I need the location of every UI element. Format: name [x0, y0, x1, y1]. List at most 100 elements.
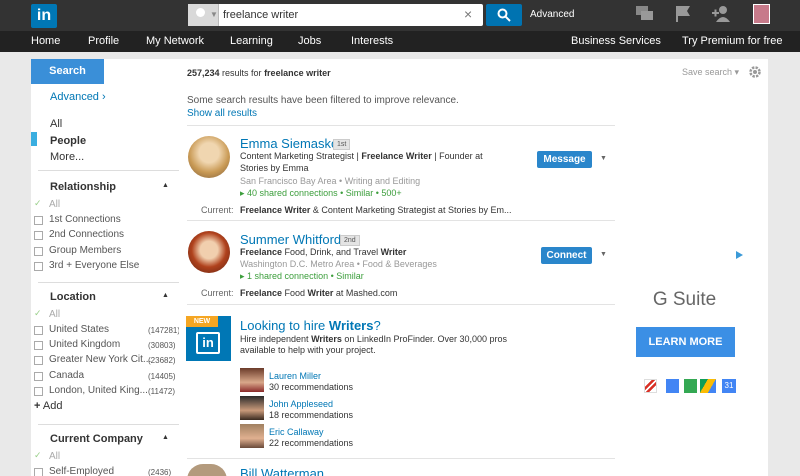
messages-icon[interactable] [636, 6, 654, 22]
headline-part: Writer [380, 247, 407, 257]
add-connection-icon[interactable] [712, 6, 732, 22]
checkbox-canada[interactable] [34, 372, 43, 381]
location-label: London, United King... [49, 385, 148, 396]
result-name[interactable]: Emma Siemasko [240, 136, 338, 151]
show-all-results-link[interactable]: Show all results [187, 108, 257, 119]
result-name[interactable]: Bill Watterman [240, 466, 324, 476]
advanced-link[interactable]: Advanced › [50, 91, 106, 103]
current-part: Freelance Writer [240, 205, 311, 215]
nav-home[interactable]: Home [31, 35, 60, 47]
current-label: Current: [201, 205, 234, 215]
profile-avatar[interactable] [753, 4, 770, 24]
gsuite-brand: G Suite [652, 289, 717, 310]
current-part: & Content Marketing Strategist at Storie… [310, 205, 512, 215]
active-indicator [31, 132, 37, 146]
learn-more-button[interactable]: LEARN MORE [636, 327, 735, 357]
current-part: at Mashed.com [333, 288, 398, 298]
check-icon[interactable]: ✓ [34, 450, 42, 461]
company-count: (2436) [148, 468, 172, 476]
location-all: All [49, 309, 61, 320]
chevron-down-icon[interactable]: ▼ [600, 155, 607, 162]
recommender-avatar[interactable] [240, 424, 264, 448]
result-name[interactable]: Summer Whitford [240, 232, 341, 247]
divider [38, 282, 179, 283]
nav-try-premium[interactable]: Try Premium for free [682, 35, 782, 47]
degree-badge: 2nd [340, 235, 360, 246]
nav-my-network[interactable]: My Network [146, 35, 204, 47]
recommender-name[interactable]: Eric Callaway [269, 427, 324, 437]
collapse-icon[interactable]: ▲ [162, 434, 169, 441]
clear-icon[interactable]: × [464, 6, 472, 22]
message-button[interactable]: Message [537, 151, 592, 168]
gsuite-ad[interactable]: G Suite LEARN MORE 31 [624, 248, 745, 476]
divider [38, 170, 179, 171]
advanced-label: Advanced [50, 91, 99, 103]
divider [187, 220, 615, 221]
location-label: United Kingdom [49, 339, 121, 350]
nav-jobs[interactable]: Jobs [298, 35, 321, 47]
result-headline: Freelance Food, Drink, and Travel Writer [240, 247, 406, 257]
search-box: ▼ × [188, 4, 483, 26]
hire-title-link[interactable]: Looking to hire Writers? [240, 318, 381, 333]
recommender-name[interactable]: Lauren Miller [269, 371, 321, 381]
linkedin-logo[interactable]: in [31, 4, 57, 28]
gmail-icon [644, 379, 657, 393]
recommender-name[interactable]: John Appleseed [269, 399, 333, 409]
nav-profile[interactable]: Profile [88, 35, 119, 47]
profinder-logo[interactable]: NEW in [186, 316, 231, 361]
checkbox-3rd[interactable] [34, 262, 43, 271]
company-heading: Current Company [50, 433, 143, 445]
current-part: Writer [307, 288, 334, 298]
check-icon[interactable]: ✓ [34, 308, 42, 319]
check-icon[interactable]: ✓ [34, 198, 42, 209]
connect-button[interactable]: Connect [541, 247, 592, 264]
headline-part: Content Marketing Strategist | [240, 151, 362, 161]
checkbox-london[interactable] [34, 387, 43, 396]
nav-learning[interactable]: Learning [230, 35, 273, 47]
checkbox-group[interactable] [34, 247, 43, 256]
avatar[interactable] [188, 136, 230, 178]
search-type-selector[interactable]: ▼ [188, 4, 219, 26]
save-search-link[interactable]: Save search ▾ [682, 67, 739, 78]
new-badge: NEW [186, 316, 218, 327]
gear-icon[interactable] [748, 65, 762, 79]
add-location-button[interactable]: + Add [34, 400, 62, 412]
location-heading: Location [50, 291, 96, 303]
avatar[interactable] [188, 231, 230, 273]
headline-part: Freelance Writer [361, 151, 432, 161]
ad-choices-icon[interactable] [735, 251, 743, 259]
flag-icon[interactable] [676, 6, 690, 22]
divider [187, 304, 615, 305]
filtered-notice: Some search results have been filtered t… [187, 95, 459, 106]
checkbox-us[interactable] [34, 326, 43, 335]
avatar[interactable] [187, 464, 227, 476]
relationship-group: Group Members [49, 245, 122, 256]
type-more[interactable]: More... [50, 151, 84, 163]
recommender-avatar[interactable] [240, 368, 264, 392]
type-people[interactable]: People [50, 135, 86, 147]
nav-business-services[interactable]: Business Services [571, 35, 661, 47]
recommender-avatar[interactable] [240, 396, 264, 420]
result-headline: Content Marketing Strategist | Freelance… [240, 151, 483, 161]
shared-connections-link[interactable]: ▸ 40 shared connections • Similar • 500+ [240, 188, 402, 199]
checkbox-1st[interactable] [34, 216, 43, 225]
search-button[interactable] [486, 4, 522, 26]
search-input[interactable] [223, 4, 463, 26]
checkbox-self-employed[interactable] [34, 468, 43, 476]
results-count: 257,234 results for freelance writer [187, 68, 331, 78]
checkbox-2nd[interactable] [34, 231, 43, 240]
main-nav: Home Profile My Network Learning Jobs In… [0, 31, 800, 52]
shared-connections-link[interactable]: ▸ 1 shared connection • Similar [240, 271, 364, 282]
search-submit-button[interactable]: Search [31, 59, 104, 84]
checkbox-ny[interactable] [34, 356, 43, 365]
nav-interests[interactable]: Interests [351, 35, 393, 47]
divider [187, 125, 615, 126]
checkbox-uk[interactable] [34, 341, 43, 350]
type-all[interactable]: All [50, 118, 62, 130]
advanced-search-link[interactable]: Advanced [530, 9, 574, 20]
person-icon [196, 8, 205, 17]
results-panel: 257,234 results for freelance writer Sav… [179, 59, 768, 476]
collapse-icon[interactable]: ▲ [162, 182, 169, 189]
collapse-icon[interactable]: ▲ [162, 292, 169, 299]
chevron-down-icon[interactable]: ▼ [600, 251, 607, 258]
